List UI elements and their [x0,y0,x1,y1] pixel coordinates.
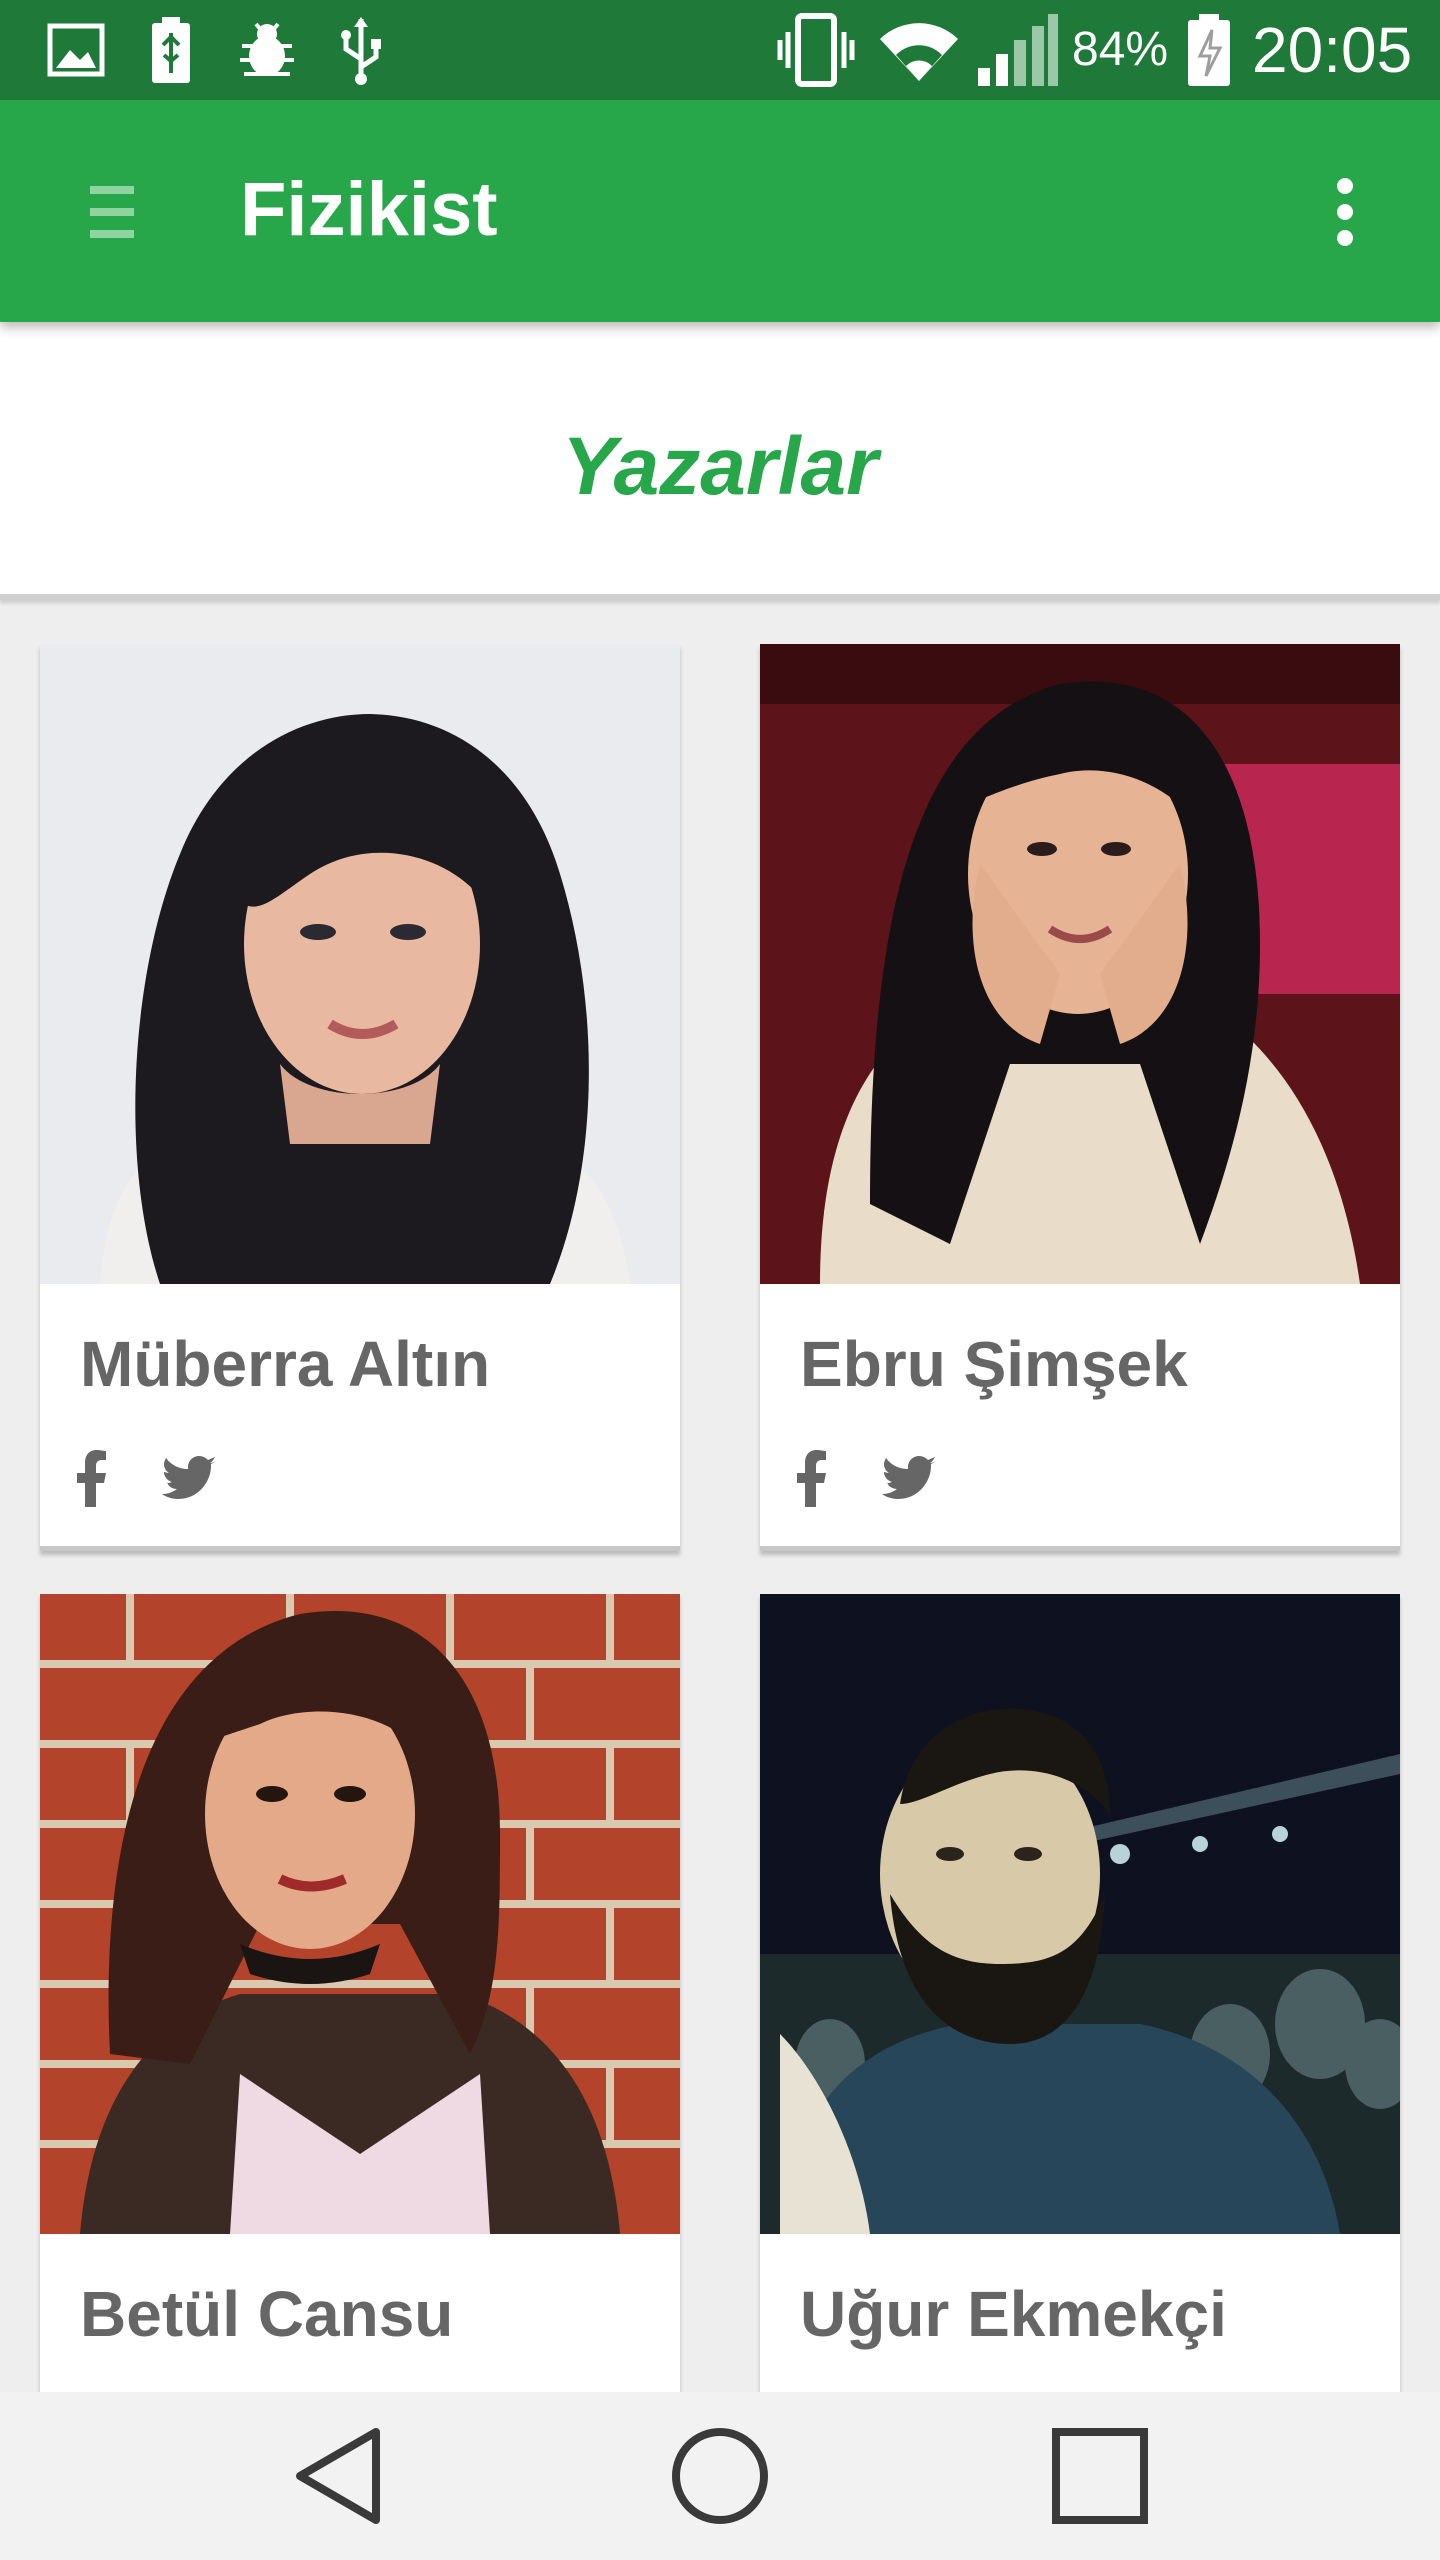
section-title: Yazarlar [561,421,879,512]
author-photo [760,644,1400,1284]
usb-icon [336,14,386,86]
home-icon[interactable] [660,2426,780,2526]
author-card[interactable]: Ebru Şimşek [760,644,1400,1551]
status-bar: 84% 20:05 [0,0,1440,100]
debug-icon [234,14,300,86]
author-card[interactable]: Betül Cansu [40,1594,680,2394]
facebook-icon[interactable] [70,1444,110,1514]
battery-charging-icon [1184,14,1234,86]
author-name: Ebru Şimşek [800,1328,1188,1400]
author-photo [760,1594,1400,2234]
twitter-icon[interactable] [882,1444,938,1514]
back-icon[interactable] [280,2426,400,2526]
author-card[interactable]: Müberra Altın [40,644,680,1551]
usb-battery-icon [146,14,196,86]
more-vert-icon[interactable] [1300,152,1390,272]
vibrate-icon [776,13,856,87]
signal-icon [976,14,1060,86]
image-icon [46,14,106,86]
author-name: Betül Cansu [80,2278,454,2350]
battery-percent: 84% [1072,23,1169,76]
app-bar: Fizikist [0,100,1440,322]
clock: 20:05 [1252,14,1413,86]
navigation-bar [0,2392,1440,2560]
section-header: Yazarlar [0,322,1440,600]
app-title: Fizikist [240,167,498,252]
author-card[interactable]: Uğur Ekmekçi [760,1594,1400,2394]
recents-icon[interactable] [1040,2426,1160,2526]
author-photo [40,644,680,1284]
twitter-icon[interactable] [162,1444,218,1514]
wifi-icon [874,14,964,86]
author-name: Müberra Altın [80,1328,491,1400]
author-photo [40,1594,680,2234]
author-name: Uğur Ekmekçi [800,2278,1227,2350]
hamburger-menu-icon[interactable] [62,152,162,272]
facebook-icon[interactable] [790,1444,830,1514]
